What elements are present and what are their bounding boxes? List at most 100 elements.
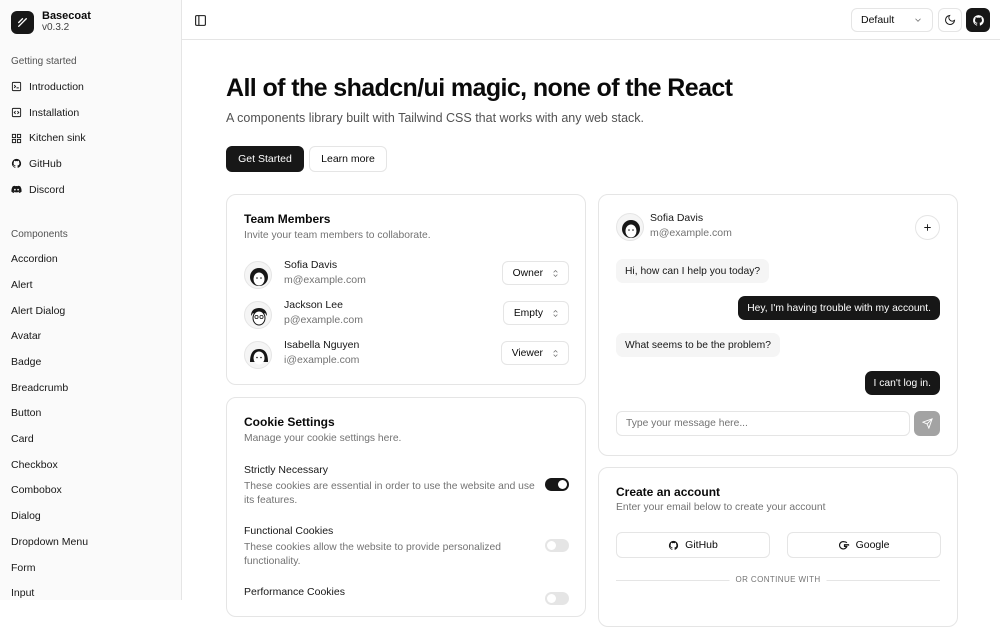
discord-icon (11, 185, 22, 194)
brand[interactable]: Basecoat v0.3.2 (0, 0, 181, 44)
sidebar-item-label: Breadcrumb (11, 381, 69, 394)
sidebar-item-breadcrumb[interactable]: Breadcrumb (0, 375, 181, 401)
chat-message-input[interactable]: Type your message here... (616, 411, 910, 436)
sidebar-group-label: Components (11, 229, 68, 241)
sidebar: Basecoat v0.3.2 Getting started Introduc… (0, 0, 182, 600)
hero-subtitle: A components library built with Tailwind… (226, 111, 645, 125)
github-login-button[interactable]: GitHub (616, 532, 770, 558)
card-title: Team Members (244, 212, 331, 226)
sidebar-item-label: Introduction (29, 80, 84, 93)
cookie-description: These cookies allow the website to provi… (244, 542, 501, 567)
theme-select[interactable]: Default (851, 8, 933, 32)
role-select[interactable]: Empty (502, 301, 569, 325)
sidebar-item-label: GitHub (29, 157, 62, 170)
divider-label: OR CONTINUE WITH (729, 575, 827, 584)
google-login-button[interactable]: Google (787, 532, 941, 558)
sidebar-item-alert[interactable]: Alert (0, 272, 181, 298)
sidebar-item-label: Accordion (11, 253, 58, 266)
sidebar-item-label: Avatar (11, 330, 42, 343)
sidebar-group-label: Getting started (11, 56, 77, 67)
top-header: Default (182, 0, 1000, 40)
grid-icon (11, 133, 22, 143)
sidebar-item-card[interactable]: Card (0, 426, 181, 452)
sidebar-item-label: Dropdown Menu (11, 535, 89, 548)
toggle-knob (547, 541, 556, 550)
basecoat-logo-icon (11, 10, 34, 34)
sidebar-item-label: Discord (29, 183, 65, 196)
sidebar-item-form[interactable]: Form (0, 555, 181, 581)
sidebar-item-input[interactable]: Input (0, 580, 181, 600)
chat-message-outgoing: I can't log in. (864, 371, 940, 395)
cookie-name: Performance Cookies (244, 586, 345, 598)
github-repo-button[interactable] (966, 8, 990, 32)
card-title: Create an account (616, 485, 721, 499)
sidebar-item-badge[interactable]: Badge (0, 349, 181, 375)
create-account-card: Create an account Enter your email below… (598, 467, 958, 627)
sidebar-item-label: Combobox (11, 484, 62, 497)
sidebar-item-label: Dialog (11, 510, 41, 523)
square-terminal-icon (11, 82, 22, 92)
brand-name: Basecoat (42, 10, 91, 22)
send-icon (921, 418, 933, 429)
button-label: Google (855, 539, 890, 551)
sidebar-item-installation[interactable]: Installation (0, 100, 181, 126)
sidebar-item-label: Checkbox (11, 458, 58, 471)
team-member-row: Jackson Lee p@example.com Empty (244, 299, 569, 333)
learn-more-button[interactable]: Learn more (309, 146, 387, 172)
dark-mode-button[interactable] (938, 8, 962, 32)
cookie-toggle[interactable] (545, 592, 569, 605)
cookie-description: These cookies are essential in order to … (244, 481, 535, 506)
sidebar-item-introduction[interactable]: Introduction (0, 74, 181, 100)
sidebar-item-github[interactable]: GitHub (0, 151, 181, 177)
button-label: GitHub (685, 539, 718, 551)
sidebar-item-label: Card (11, 433, 34, 446)
sidebar-item-alert-dialog[interactable]: Alert Dialog (0, 298, 181, 324)
member-name: Sofia Davis (284, 259, 338, 271)
chevron-up-down-icon (553, 349, 558, 357)
github-icon (669, 540, 679, 550)
cookie-toggle[interactable] (545, 539, 569, 552)
card-title: Cookie Settings (244, 415, 335, 429)
sidebar-item-combobox[interactable]: Combobox (0, 478, 181, 504)
role-select[interactable]: Owner (501, 261, 569, 285)
code-icon (11, 107, 22, 118)
role-value: Owner (512, 267, 543, 279)
sidebar-item-kitchen-sink[interactable]: Kitchen sink (0, 125, 181, 151)
cookie-toggle[interactable] (545, 478, 569, 491)
sidebar-toggle-button[interactable] (188, 8, 212, 32)
team-member-row: Isabella Nguyen i@example.com Viewer (244, 339, 569, 373)
team-members-card: Team Members Invite your team members to… (226, 194, 586, 385)
get-started-button[interactable]: Get Started (226, 146, 304, 172)
chat-message-incoming: Hi, how can I help you today? (616, 259, 770, 283)
card-description: Enter your email below to create your ac… (616, 502, 826, 513)
cookie-name: Functional Cookies (244, 525, 334, 537)
sidebar-item-discord[interactable]: Discord (0, 177, 181, 203)
plus-icon (924, 224, 931, 231)
chat-user-name: Sofia Davis (650, 212, 704, 224)
sidebar-item-label: Input (11, 587, 35, 600)
sidebar-item-dropdown-menu[interactable]: Dropdown Menu (0, 529, 181, 555)
chat-message-incoming: What seems to be the problem? (616, 333, 780, 357)
member-email: m@example.com (284, 274, 366, 286)
chat-user-email: m@example.com (650, 227, 732, 239)
brand-version: v0.3.2 (42, 22, 70, 33)
sidebar-item-accordion[interactable]: Accordion (0, 246, 181, 272)
sidebar-item-checkbox[interactable]: Checkbox (0, 452, 181, 478)
sidebar-item-avatar[interactable]: Avatar (0, 324, 181, 350)
role-select[interactable]: Viewer (500, 341, 569, 365)
avatar (244, 341, 272, 369)
send-button[interactable] (914, 411, 940, 436)
sidebar-item-dialog[interactable]: Dialog (0, 503, 181, 529)
avatar (244, 261, 272, 289)
new-chat-button[interactable] (915, 215, 940, 240)
chevron-down-icon (915, 18, 921, 22)
cookie-name: Strictly Necessary (244, 464, 329, 476)
hero-title: All of the shadcn/ui magic, none of the … (226, 74, 733, 102)
sidebar-item-label: Installation (29, 106, 80, 119)
sidebar-item-button[interactable]: Button (0, 401, 181, 427)
role-value: Viewer (511, 347, 543, 359)
member-name: Jackson Lee (284, 299, 343, 311)
avatar (616, 213, 644, 241)
member-email: i@example.com (284, 354, 360, 366)
sidebar-item-label: Button (11, 407, 42, 420)
